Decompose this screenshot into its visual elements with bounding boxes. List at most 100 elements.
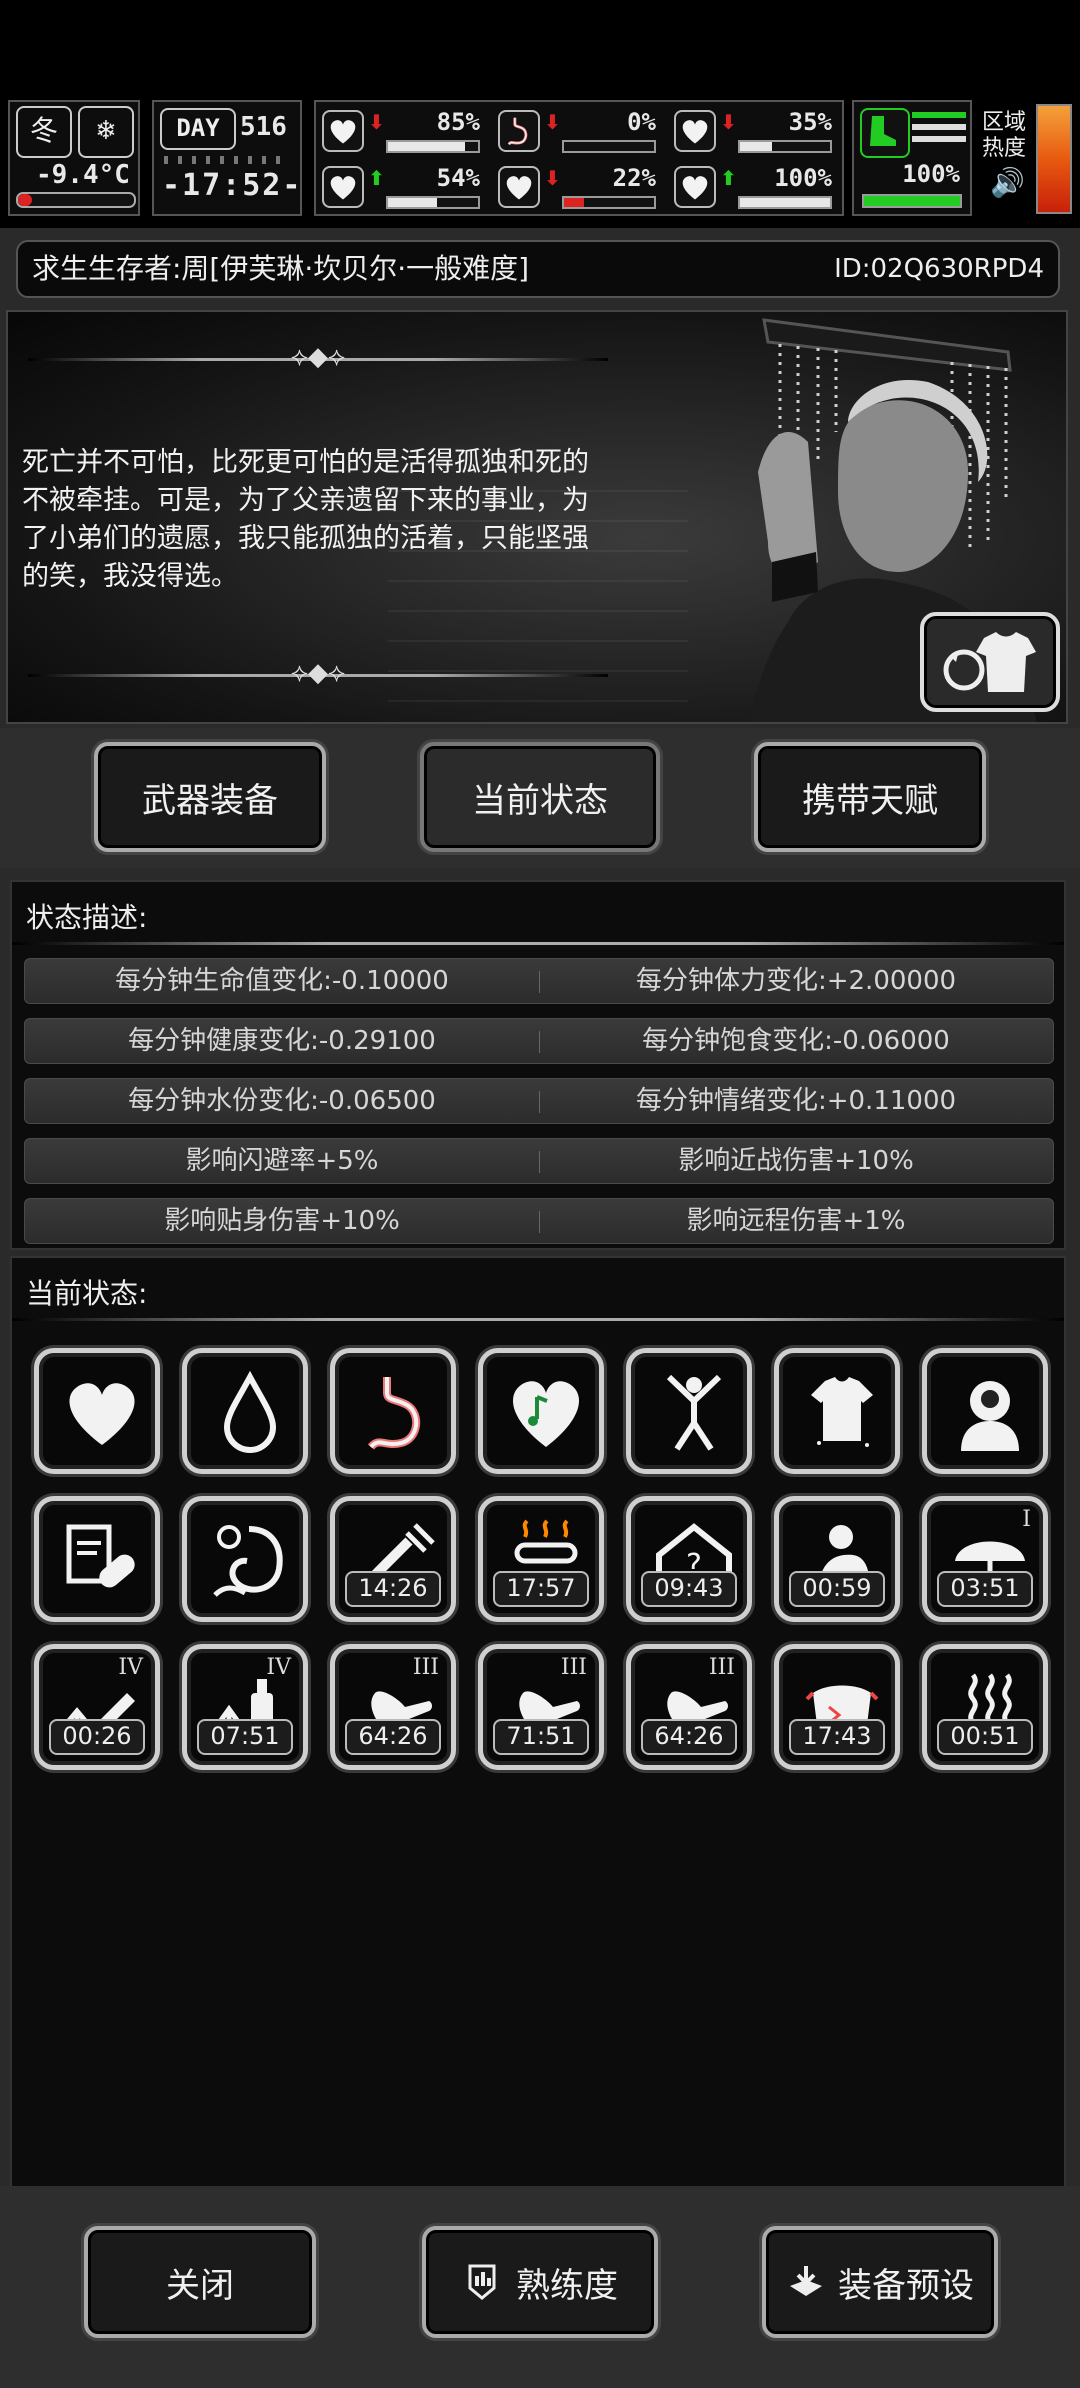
music-heart-icon xyxy=(512,1381,580,1447)
status-tile[interactable] xyxy=(34,1496,160,1622)
stretching-person-icon xyxy=(666,1374,722,1451)
status-tile[interactable]: 00:51 xyxy=(922,1644,1048,1770)
status-tile[interactable]: 17:43 xyxy=(774,1644,900,1770)
status-timer: 17:43 xyxy=(789,1719,885,1755)
status-tier: IV xyxy=(118,1655,143,1680)
stamina-panel[interactable]: 100% xyxy=(852,100,972,216)
close-button[interactable]: 关闭 xyxy=(84,2226,316,2338)
status-timer: 64:26 xyxy=(641,1719,737,1755)
stat-value: 100% xyxy=(774,164,832,192)
vitals-panel[interactable]: ⬇ 85% ⬇ 0% ⬇ 35% ⬆ 54% ⬇ 22% ⬆ 100% xyxy=(314,100,844,216)
equipment-preset-button[interactable]: 装备预设 xyxy=(762,2226,998,2338)
effect-right: 每分钟体力变化:+2.00000 xyxy=(635,966,957,996)
stomach-icon xyxy=(367,1377,420,1450)
stat-mood[interactable]: ⬆ 100% xyxy=(674,164,842,210)
proficiency-label: 熟练度 xyxy=(516,2265,618,2306)
tab-weapons[interactable]: 武器装备 xyxy=(94,742,326,852)
status-tile[interactable]: 14:26 xyxy=(330,1496,456,1622)
proficiency-button[interactable]: 熟练度 xyxy=(422,2226,658,2338)
up-arrow-icon: ⬆ xyxy=(368,166,385,190)
stat-mind[interactable]: ⬆ 54% xyxy=(322,164,490,210)
status-tile[interactable] xyxy=(626,1348,752,1474)
status-tier: III xyxy=(412,1655,439,1680)
stamina-bar xyxy=(862,194,962,208)
clock-ticks xyxy=(164,156,290,164)
medical-record-pill-icon xyxy=(66,1524,135,1588)
temperature: -9.4°C xyxy=(36,160,130,190)
stat-value: 54% xyxy=(436,164,480,192)
status-tile[interactable] xyxy=(478,1348,604,1474)
status-timer: 07:51 xyxy=(197,1719,293,1755)
status-timer: 00:59 xyxy=(789,1571,885,1607)
season-label: 冬 xyxy=(16,106,72,158)
status-tile[interactable]: IV 00:26 xyxy=(34,1644,160,1770)
stat-satiety[interactable]: ⬇ 0% xyxy=(498,108,666,154)
temperature-bar xyxy=(16,192,136,208)
preset-label: 装备预设 xyxy=(838,2265,974,2306)
status-tile[interactable]: III 64:26 xyxy=(330,1644,456,1770)
blood-drop-icon xyxy=(498,166,540,208)
status-tile[interactable]: 17:57 xyxy=(478,1496,604,1622)
stat-health[interactable]: ⬇ 85% xyxy=(322,108,490,154)
ornament-bottom-center: ⟡◆⟡ xyxy=(290,658,346,688)
effect-left: 影响闪避率+5% xyxy=(185,1146,379,1176)
effect-left: 影响贴身伤害+10% xyxy=(164,1206,400,1236)
status-tier: I xyxy=(1022,1507,1031,1532)
stat-bar xyxy=(386,196,480,209)
effect-row: 每分钟生命值变化:-0.10000 每分钟体力变化:+2.00000 xyxy=(24,958,1054,1004)
stat-bar xyxy=(562,140,656,153)
speaker-icon[interactable]: 🔊 xyxy=(990,166,1025,199)
status-tile[interactable]: I 03:51 xyxy=(922,1496,1048,1622)
status-tile[interactable]: 00:59 xyxy=(774,1496,900,1622)
stat-water[interactable]: ⬇ 22% xyxy=(498,164,666,210)
status-tile[interactable]: III 71:51 xyxy=(478,1644,604,1770)
effect-left: 每分钟生命值变化:-0.10000 xyxy=(115,966,449,996)
survivor-bar: 求生生存者:周[伊芙琳·坎贝尔·一般难度] ID:02Q630RPD4 xyxy=(16,240,1060,298)
stat-bladder[interactable]: ⬇ 35% xyxy=(674,108,842,154)
status-description-panel: 状态描述: xyxy=(10,880,1066,1250)
close-label: 关闭 xyxy=(166,2265,234,2306)
tab-current-status[interactable]: 当前状态 xyxy=(420,742,660,852)
status-timer: 64:26 xyxy=(345,1719,441,1755)
effect-left: 每分钟水份变化:-0.06500 xyxy=(128,1086,436,1116)
change-outfit-button[interactable] xyxy=(920,612,1060,712)
down-arrow-icon: ⬇ xyxy=(368,110,385,134)
status-tier: IV xyxy=(266,1655,291,1680)
survivor-id: ID:02Q630RPD4 xyxy=(834,254,1044,284)
stomach-icon xyxy=(498,110,540,152)
down-arrow-icon: ⬇ xyxy=(544,110,561,134)
status-timer: 00:51 xyxy=(937,1719,1033,1755)
down-arrow-icon: ⬇ xyxy=(544,166,561,190)
effect-right: 影响远程伤害+1% xyxy=(686,1206,906,1236)
effect-row: 每分钟健康变化:-0.29100 每分钟饱食变化:-0.06000 xyxy=(24,1018,1054,1064)
status-tile[interactable] xyxy=(330,1348,456,1474)
down-arrow-icon: ⬇ xyxy=(720,110,737,134)
boot-icon xyxy=(860,108,910,158)
stat-value: 35% xyxy=(788,108,832,136)
survivor-name: 求生生存者:周[伊芙琳·坎贝尔·一般难度] xyxy=(32,252,530,285)
region-heat-meter xyxy=(1036,104,1072,214)
status-hud: 冬 ❄ -9.4°C DAY 516 -17:52- ⬇ 85% ⬇ 0% ⬇ … xyxy=(0,96,1080,220)
current-status-title: 当前状态: xyxy=(26,1277,148,1310)
status-timer: 09:43 xyxy=(641,1571,737,1607)
status-tile[interactable]: IV 07:51 xyxy=(182,1644,308,1770)
effect-right: 每分钟饱食变化:-0.06000 xyxy=(642,1026,950,1056)
status-description-title: 状态描述: xyxy=(26,901,148,934)
weather-panel[interactable]: 冬 ❄ -9.4°C xyxy=(8,100,140,216)
status-tier: III xyxy=(708,1655,735,1680)
trophy-icon xyxy=(462,2262,502,2302)
status-tile[interactable] xyxy=(774,1348,900,1474)
status-tile[interactable] xyxy=(922,1348,1048,1474)
water-drop-icon xyxy=(223,1370,277,1453)
effect-row: 每分钟水份变化:-0.06500 每分钟情绪变化:+0.11000 xyxy=(24,1078,1054,1124)
stat-bar xyxy=(738,196,832,209)
brain-icon xyxy=(322,166,364,208)
tab-talents[interactable]: 携带天赋 xyxy=(754,742,986,852)
status-tile[interactable] xyxy=(182,1348,308,1474)
status-tile[interactable] xyxy=(182,1496,308,1622)
effect-right: 每分钟情绪变化:+0.11000 xyxy=(635,1086,957,1116)
status-tile[interactable]: ? 09:43 xyxy=(626,1496,752,1622)
status-tile[interactable]: III 64:26 xyxy=(626,1644,752,1770)
region-heat-label: 区域 热度 xyxy=(982,110,1027,161)
status-tile[interactable] xyxy=(34,1348,160,1474)
